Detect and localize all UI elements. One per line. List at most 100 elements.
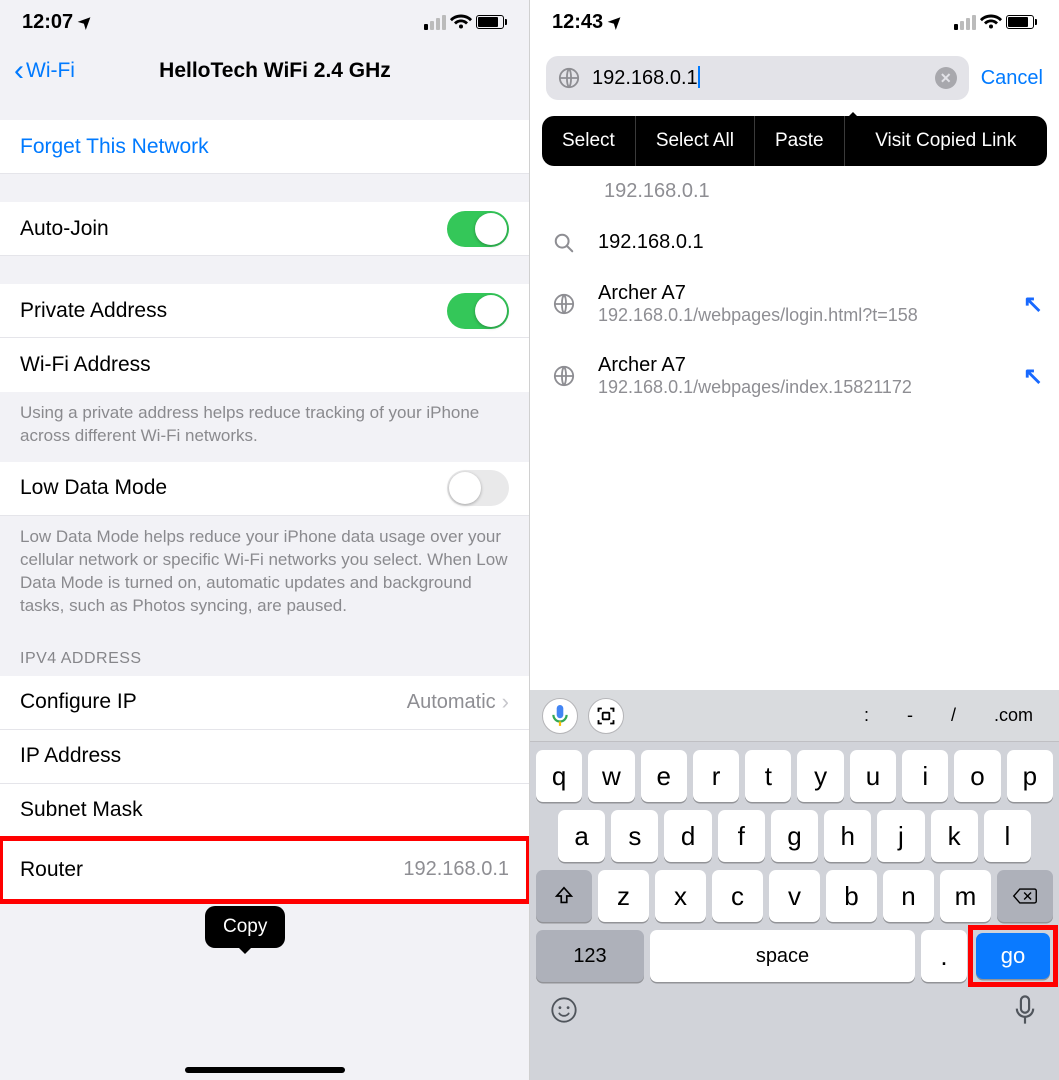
context-menu: Select Select All Paste Visit Copied Lin… [542,116,1047,166]
low-data-mode-row: Low Data Mode [0,462,529,516]
auto-join-row: Auto-Join [0,202,529,256]
voice-search-icon[interactable] [542,698,578,734]
status-time: 12:43 [552,11,603,34]
keyboard-bottom-row [530,982,1059,1030]
low-data-mode-toggle[interactable] [447,470,509,506]
insert-arrow-icon[interactable]: ↖ [1023,290,1043,319]
suggestion-row[interactable]: Archer A7 192.168.0.1/webpages/index.158… [530,340,1059,412]
shift-key[interactable] [536,870,592,922]
key-s[interactable]: s [611,810,658,862]
key-q[interactable]: q [536,750,582,802]
go-key[interactable]: go [976,933,1050,979]
key-g[interactable]: g [771,810,818,862]
status-bar: 12:43 ➤ [530,0,1059,44]
copy-tooltip[interactable]: Copy [205,906,285,948]
suggestion-row[interactable]: 192.168.0.1 [530,166,1059,217]
key-x[interactable]: x [655,870,706,922]
wifi-address-row[interactable]: Wi-Fi Address [0,338,529,392]
subnet-mask-row[interactable]: Subnet Mask [0,784,529,838]
ctx-select[interactable]: Select [542,116,636,166]
suggestion-list: 192.168.0.1 192.168.0.1 Archer A7 192.16… [530,166,1059,412]
accessory-dotcom[interactable]: .com [980,705,1047,726]
globe-icon [558,67,580,89]
keyboard: : - / .com q w e r t y u i o p a s d f g… [530,690,1059,1080]
globe-icon [550,293,578,315]
key-y[interactable]: y [797,750,843,802]
keyboard-accessory: : - / .com [530,690,1059,742]
clear-url-button[interactable]: ✕ [935,67,957,89]
wifi-icon [450,14,472,30]
go-key-highlight: go [973,930,1053,982]
dot-key[interactable]: . [921,930,967,982]
key-b[interactable]: b [826,870,877,922]
settings-screen: 12:07 ➤ ‹ Wi-Fi HelloTech WiFi 2.4 GHz F… [0,0,530,1080]
key-m[interactable]: m [940,870,991,922]
search-icon [550,232,578,254]
ipv4-header: IPV4 ADDRESS [0,632,529,676]
private-address-row: Private Address [0,284,529,338]
space-key[interactable]: space [650,930,915,982]
key-o[interactable]: o [954,750,1000,802]
key-n[interactable]: n [883,870,934,922]
low-data-mode-footer: Low Data Mode helps reduce your iPhone d… [0,516,529,632]
numbers-key[interactable]: 123 [536,930,644,982]
keyboard-row-4: 123 space . go [530,922,1059,982]
url-input[interactable]: 192.168.0.1 [592,66,923,90]
key-d[interactable]: d [664,810,711,862]
battery-icon [476,15,508,29]
location-arrow-icon: ➤ [74,10,98,34]
home-indicator[interactable] [185,1067,345,1073]
key-j[interactable]: j [877,810,924,862]
key-v[interactable]: v [769,870,820,922]
key-u[interactable]: u [850,750,896,802]
browser-toolbar: 192.168.0.1 ✕ Cancel [530,44,1059,110]
key-l[interactable]: l [984,810,1031,862]
emoji-key[interactable] [544,990,584,1030]
status-bar: 12:07 ➤ [0,0,529,44]
key-i[interactable]: i [902,750,948,802]
key-f[interactable]: f [718,810,765,862]
forget-network-row[interactable]: Forget This Network [0,120,529,174]
auto-join-toggle[interactable] [447,211,509,247]
url-bar[interactable]: 192.168.0.1 ✕ [546,56,969,100]
ctx-visit-link[interactable]: Visit Copied Link [845,116,1047,166]
key-a[interactable]: a [558,810,605,862]
navbar: ‹ Wi-Fi HelloTech WiFi 2.4 GHz [0,44,529,92]
key-p[interactable]: p [1007,750,1053,802]
dictation-key[interactable] [1005,990,1045,1030]
accessory-slash[interactable]: / [937,705,970,726]
ctx-paste[interactable]: Paste [755,116,845,166]
location-arrow-icon: ➤ [604,10,628,34]
key-e[interactable]: e [641,750,687,802]
configure-ip-row[interactable]: Configure IP Automatic › [0,676,529,730]
key-r[interactable]: r [693,750,739,802]
browser-screen: 12:43 ➤ 192.168.0.1 ✕ Cancel Select [530,0,1059,1080]
key-w[interactable]: w [588,750,634,802]
key-h[interactable]: h [824,810,871,862]
scan-icon[interactable] [588,698,624,734]
keyboard-row-3: z x c v b n m [530,862,1059,922]
keyboard-row-2: a s d f g h j k l [530,802,1059,862]
key-z[interactable]: z [598,870,649,922]
battery-icon [1006,15,1038,29]
chevron-right-icon: › [502,689,509,715]
cellular-icon [424,15,446,30]
cancel-button[interactable]: Cancel [981,67,1043,90]
accessory-colon[interactable]: : [850,705,883,726]
backspace-key[interactable] [997,870,1053,922]
private-address-toggle[interactable] [447,293,509,329]
router-row[interactable]: Router 192.168.0.1 [0,838,529,902]
key-c[interactable]: c [712,870,763,922]
accessory-dash[interactable]: - [893,705,927,726]
keyboard-row-1: q w e r t y u i o p [530,742,1059,802]
key-k[interactable]: k [931,810,978,862]
ip-address-row[interactable]: IP Address [0,730,529,784]
suggestion-row[interactable]: 192.168.0.1 [530,217,1059,268]
suggestion-row[interactable]: Archer A7 192.168.0.1/webpages/login.htm… [530,268,1059,340]
key-t[interactable]: t [745,750,791,802]
page-title: HelloTech WiFi 2.4 GHz [35,59,515,83]
status-time: 12:07 [22,11,73,34]
router-value: 192.168.0.1 [403,858,509,881]
insert-arrow-icon[interactable]: ↖ [1023,362,1043,391]
ctx-select-all[interactable]: Select All [636,116,755,166]
